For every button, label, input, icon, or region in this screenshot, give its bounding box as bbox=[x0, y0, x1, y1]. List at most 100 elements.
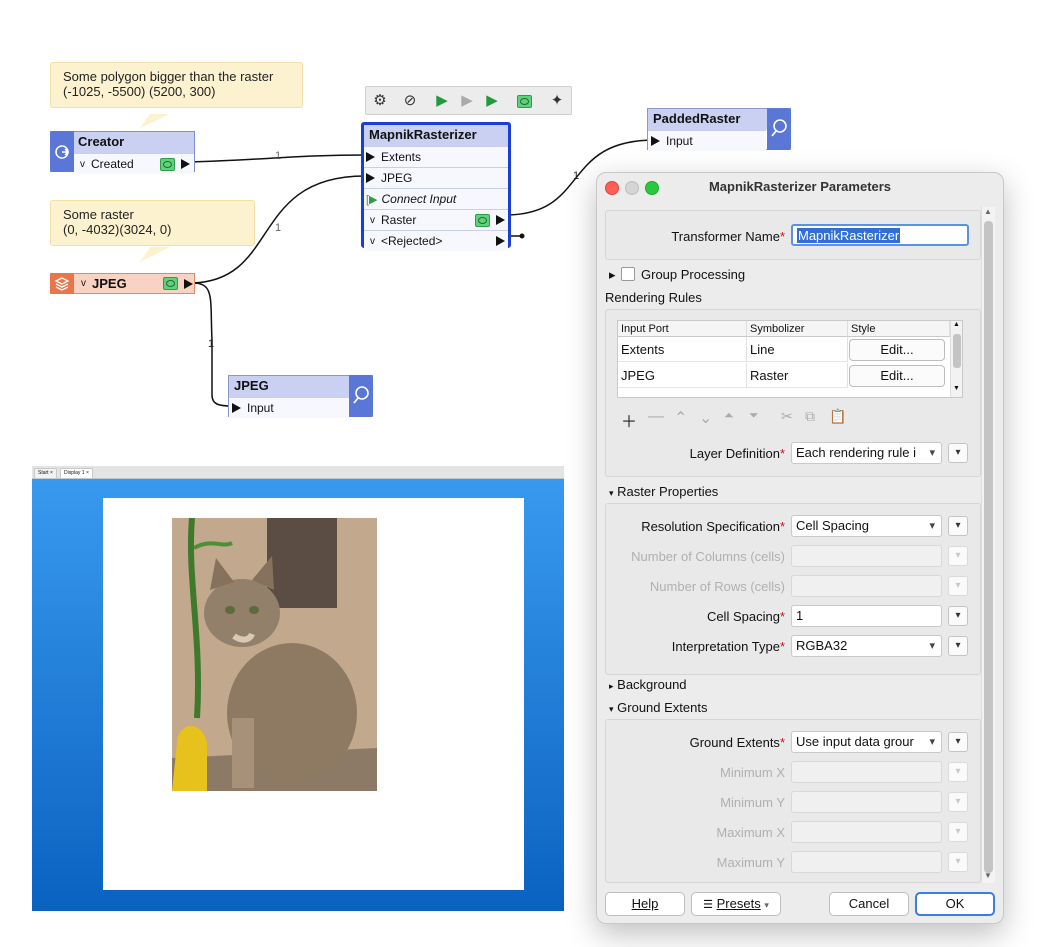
node-title: JPEG bbox=[92, 276, 127, 291]
input-port-extents[interactable]: Extents bbox=[364, 146, 508, 167]
chevron-down-icon[interactable]: v bbox=[80, 159, 85, 170]
move-bottom-icon[interactable]: ⏷ bbox=[749, 408, 759, 423]
move-down-icon[interactable]: ⌄ bbox=[699, 408, 712, 428]
preview-tab-bar bbox=[32, 466, 564, 479]
zoom-window-button[interactable] bbox=[645, 181, 659, 195]
eye-icon[interactable] bbox=[160, 157, 175, 171]
annotation-raster[interactable]: Some raster (0, -4032)(3024, 0) bbox=[50, 200, 255, 246]
copy-icon[interactable]: ⧉ bbox=[805, 408, 815, 425]
chevron-down-icon: ▾ bbox=[609, 704, 614, 714]
preview-tab-start[interactable]: Start × bbox=[34, 468, 57, 479]
background-header[interactable]: ▸ Background bbox=[609, 677, 687, 692]
connect-input-icon: [▶ bbox=[366, 193, 378, 206]
input-port[interactable]: Input bbox=[229, 397, 349, 418]
scroll-thumb[interactable] bbox=[953, 334, 961, 368]
input-port[interactable]: Input bbox=[648, 130, 766, 151]
chevron-down-icon[interactable]: v bbox=[81, 278, 86, 289]
cell-spacing-menu-button[interactable]: ▾ bbox=[948, 606, 968, 626]
help-button[interactable]: Help bbox=[605, 892, 685, 916]
disable-icon[interactable]: ⊘ bbox=[400, 91, 420, 111]
column-header[interactable]: Input Port bbox=[618, 321, 747, 337]
cancel-button[interactable]: Cancel bbox=[829, 892, 909, 916]
annotation-line: (-1025, -5500) (5200, 300) bbox=[63, 84, 216, 99]
table-scrollbar[interactable]: ▲ ▼ bbox=[950, 321, 962, 397]
resolution-spec-menu-button[interactable]: ▾ bbox=[948, 516, 968, 536]
chevron-down-icon[interactable]: v bbox=[370, 215, 375, 226]
cut-icon[interactable]: ✂ bbox=[781, 408, 793, 425]
add-icon[interactable]: ＋ bbox=[621, 408, 637, 432]
run-from-icon[interactable]: ▶ bbox=[457, 91, 477, 111]
eye-icon[interactable] bbox=[475, 213, 490, 227]
scroll-down-icon[interactable]: ▼ bbox=[953, 385, 960, 392]
creator-transformer[interactable]: Creator v Created bbox=[50, 131, 195, 174]
output-port-created[interactable]: v Created bbox=[74, 153, 194, 174]
layer-definition-select[interactable]: Each rendering rule i bbox=[791, 442, 942, 464]
output-port-rejected[interactable]: v <Rejected> bbox=[364, 230, 508, 251]
cell-spacing-field[interactable]: 1 bbox=[791, 605, 942, 627]
rendering-rules-table: Input Port Symbolizer Style Extents Line… bbox=[617, 320, 963, 398]
edit-style-button[interactable]: Edit... bbox=[849, 339, 945, 361]
mapnik-rasterizer-transformer[interactable]: MapnikRasterizer Extents JPEG [▶ Connect… bbox=[361, 122, 511, 251]
table-cell[interactable]: Extents bbox=[618, 337, 747, 362]
minimum-x-field bbox=[791, 761, 942, 783]
table-cell[interactable]: Line bbox=[747, 337, 848, 362]
resolution-spec-select[interactable]: Cell Spacing bbox=[791, 515, 942, 537]
output-arrow-icon[interactable] bbox=[496, 215, 505, 225]
move-up-icon[interactable]: ⌃ bbox=[674, 408, 687, 428]
interpretation-type-menu-button[interactable]: ▾ bbox=[948, 636, 968, 656]
jpeg-inspector[interactable]: JPEG Input bbox=[228, 375, 373, 418]
connect-input-port[interactable]: [▶ Connect Input bbox=[364, 188, 508, 209]
eye-icon[interactable] bbox=[163, 277, 178, 290]
preview-tab-display[interactable]: Display 1 × bbox=[60, 468, 93, 479]
column-header[interactable]: Symbolizer bbox=[747, 321, 848, 337]
scroll-down-icon[interactable]: ▼ bbox=[984, 871, 992, 880]
chevron-down-icon[interactable]: v bbox=[370, 236, 375, 247]
run-to-icon[interactable]: ▶ bbox=[432, 91, 452, 111]
edit-style-button[interactable]: Edit... bbox=[849, 365, 945, 387]
jpeg-reader[interactable]: v JPEG bbox=[50, 273, 195, 294]
column-header[interactable]: Style bbox=[848, 321, 950, 337]
table-cell[interactable]: Raster bbox=[747, 363, 848, 388]
presets-button[interactable]: ☰ Presets ▾ bbox=[691, 892, 781, 916]
input-port-jpeg[interactable]: JPEG bbox=[364, 167, 508, 188]
padded-raster-inspector[interactable]: PaddedRaster Input bbox=[647, 108, 791, 151]
scrollbar[interactable]: ▲ ▼ bbox=[981, 207, 995, 883]
scroll-up-icon[interactable]: ▲ bbox=[984, 207, 992, 216]
scroll-thumb[interactable] bbox=[984, 221, 993, 873]
close-window-button[interactable] bbox=[605, 181, 619, 195]
minimize-window-button[interactable] bbox=[625, 181, 639, 195]
group-processing-checkbox[interactable] bbox=[621, 267, 635, 281]
table-cell[interactable]: JPEG bbox=[618, 363, 747, 388]
paste-icon[interactable]: 📋 bbox=[829, 408, 846, 425]
scroll-up-icon[interactable]: ▲ bbox=[953, 321, 960, 328]
ok-button[interactable]: OK bbox=[915, 892, 995, 916]
maximum-y-field bbox=[791, 851, 942, 873]
num-rows-label: Number of Rows (cells) bbox=[649, 579, 785, 594]
move-top-icon[interactable]: ⏶ bbox=[724, 408, 734, 423]
remove-icon[interactable]: — bbox=[648, 408, 664, 426]
annotation-polygon[interactable]: Some polygon bigger than the raster (-10… bbox=[50, 62, 303, 108]
dialog-titlebar: MapnikRasterizer Parameters bbox=[597, 173, 1003, 201]
raster-properties-header[interactable]: ▾ Raster Properties bbox=[609, 484, 718, 499]
layer-definition-menu-button[interactable]: ▾ bbox=[948, 443, 968, 463]
magnifier-icon[interactable] bbox=[349, 375, 373, 417]
layer-definition-label: Layer Definition* bbox=[689, 446, 785, 461]
output-arrow-icon[interactable] bbox=[496, 236, 505, 246]
annotation-line: Some polygon bigger than the raster bbox=[63, 69, 274, 84]
group-processing-toggle[interactable]: ▸ bbox=[609, 267, 616, 283]
interpretation-type-select[interactable]: RGBA32 bbox=[791, 635, 942, 657]
port-label: Connect Input bbox=[381, 192, 457, 206]
magnifier-icon[interactable] bbox=[767, 108, 791, 150]
run-partial-icon[interactable]: ▶ bbox=[482, 91, 502, 111]
transformer-name-field[interactable]: MapnikRasterizer bbox=[791, 224, 969, 246]
gear-icon[interactable]: ⚙ bbox=[370, 91, 390, 111]
ground-extents-menu-button[interactable]: ▾ bbox=[948, 732, 968, 752]
sparkle-icon[interactable]: ✦ bbox=[547, 91, 567, 111]
cell-spacing-label: Cell Spacing* bbox=[706, 609, 785, 624]
output-arrow-icon[interactable] bbox=[181, 159, 190, 169]
output-arrow-icon[interactable] bbox=[184, 278, 193, 289]
output-port-raster[interactable]: v Raster bbox=[364, 209, 508, 230]
eye-icon[interactable] bbox=[514, 91, 534, 111]
ground-extents-header[interactable]: ▾ Ground Extents bbox=[609, 700, 707, 715]
ground-extents-select[interactable]: Use input data grour bbox=[791, 731, 942, 753]
